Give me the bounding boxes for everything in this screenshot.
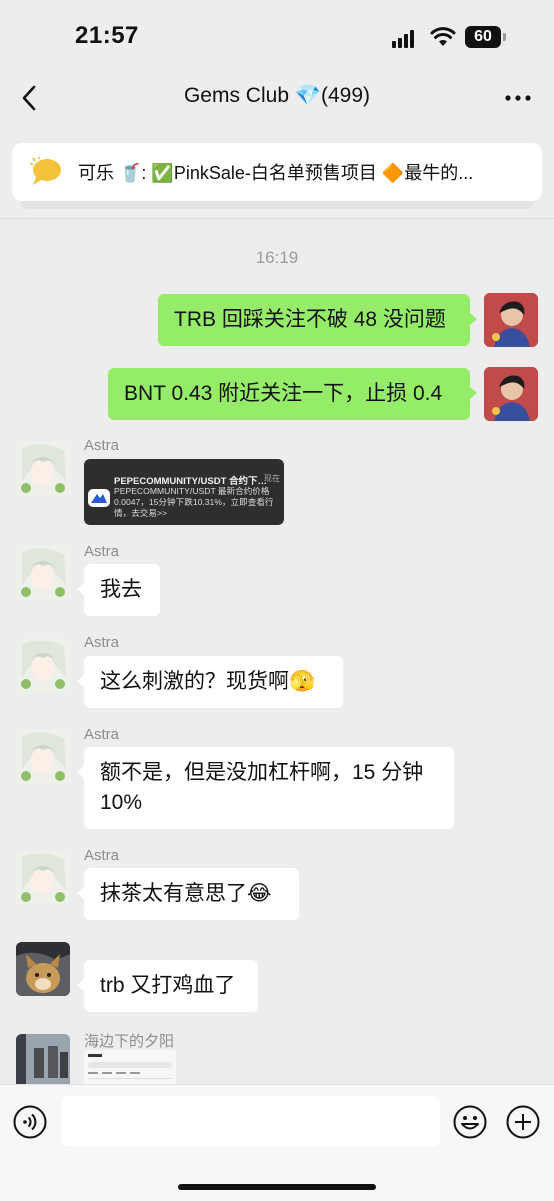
sunset-avatar[interactable] — [16, 1034, 70, 1084]
my-avatar[interactable] — [484, 367, 538, 421]
chat-input-bar — [0, 1084, 554, 1201]
message-text-line1: 额不是，但是没加杠杆啊，15 分钟 — [100, 761, 424, 784]
cellular-signal-icon — [392, 30, 418, 48]
card-title: PEPECOMMUNITY/USDT 合约下… — [114, 476, 268, 487]
astra-avatar[interactable] — [16, 546, 70, 600]
message-text: 抹茶太有意思了😂 — [100, 882, 272, 905]
message-text: TRB 回踩关注不破 48 没问题 — [174, 308, 446, 331]
sender-name: Astra — [84, 847, 120, 864]
pinned-text: 可乐 🥤: ✅PinkSale-白名单预售项目 🔶最牛的... — [78, 163, 474, 183]
my-avatar[interactable] — [484, 293, 538, 347]
astra-avatar[interactable] — [16, 851, 70, 905]
battery-indicator: 60 — [465, 26, 506, 48]
received-message-bubble[interactable]: 这么刺激的？现货啊🫣 — [77, 656, 343, 708]
emoji-icon[interactable] — [453, 1105, 487, 1139]
status-bar: 21:57 60 — [0, 0, 554, 76]
more-dots-icon[interactable] — [504, 86, 532, 110]
speech-bubble-icon — [29, 157, 62, 187]
received-message-bubble[interactable]: 我去 — [77, 564, 160, 616]
received-message-bubble[interactable]: 额不是，但是没加杠杆啊，15 分钟 10% — [77, 747, 454, 829]
astra-avatar[interactable] — [16, 442, 70, 496]
sender-name: Astra — [84, 437, 120, 454]
card-body: PEPECOMMUNITY/USDT 最新合约价格0.0047，15分钟下跌10… — [114, 486, 274, 518]
message-text: 我去 — [100, 578, 142, 601]
message-input[interactable] — [62, 1096, 440, 1146]
sender-name: Astra — [84, 634, 120, 651]
home-indicator — [178, 1184, 376, 1190]
wifi-icon — [430, 26, 456, 48]
chat-header: Gems Club 💎(499) — [0, 76, 554, 120]
sent-message-bubble[interactable]: BNT 0.43 附近关注一下，止损 0.4 — [108, 368, 477, 420]
message-timestamp: 16:19 — [255, 248, 299, 267]
message-text: trb 又打鸡血了 — [100, 974, 236, 997]
exchange-logo-icon — [88, 489, 110, 507]
voice-icon[interactable] — [13, 1105, 47, 1139]
astra-avatar[interactable] — [16, 638, 70, 692]
header-divider — [0, 218, 554, 219]
sent-message-bubble[interactable]: TRB 回踩关注不破 48 没问题 — [158, 294, 477, 346]
sender-name: Astra — [84, 726, 120, 743]
sender-name: 海边下的夕阳 — [84, 1033, 175, 1050]
message-text: BNT 0.43 附近关注一下，止损 0.4 — [124, 382, 443, 405]
status-time: 21:57 — [75, 22, 139, 49]
astra-avatar[interactable] — [16, 730, 70, 784]
received-message-bubble[interactable]: trb 又打鸡血了 — [77, 960, 258, 1012]
message-text: 这么刺激的？现货啊🫣 — [100, 670, 316, 693]
received-message-bubble[interactable]: 抹茶太有意思了😂 — [77, 868, 299, 920]
trade-alert-card[interactable]: PEPECOMMUNITY/USDT 合约下… 现在 PEPECOMMUNITY… — [84, 459, 284, 525]
dog-avatar[interactable] — [16, 942, 70, 996]
pinned-stack-edge — [20, 201, 534, 209]
pinned-message[interactable]: 可乐 🥤: ✅PinkSale-白名单预售项目 🔶最牛的... — [12, 143, 542, 201]
message-text-line2: 10% — [100, 791, 143, 814]
chat-title: Gems Club 💎(499) — [183, 84, 371, 107]
sender-name: Astra — [84, 543, 120, 560]
card-time: 现在 — [264, 474, 280, 483]
plus-icon[interactable] — [506, 1105, 540, 1139]
